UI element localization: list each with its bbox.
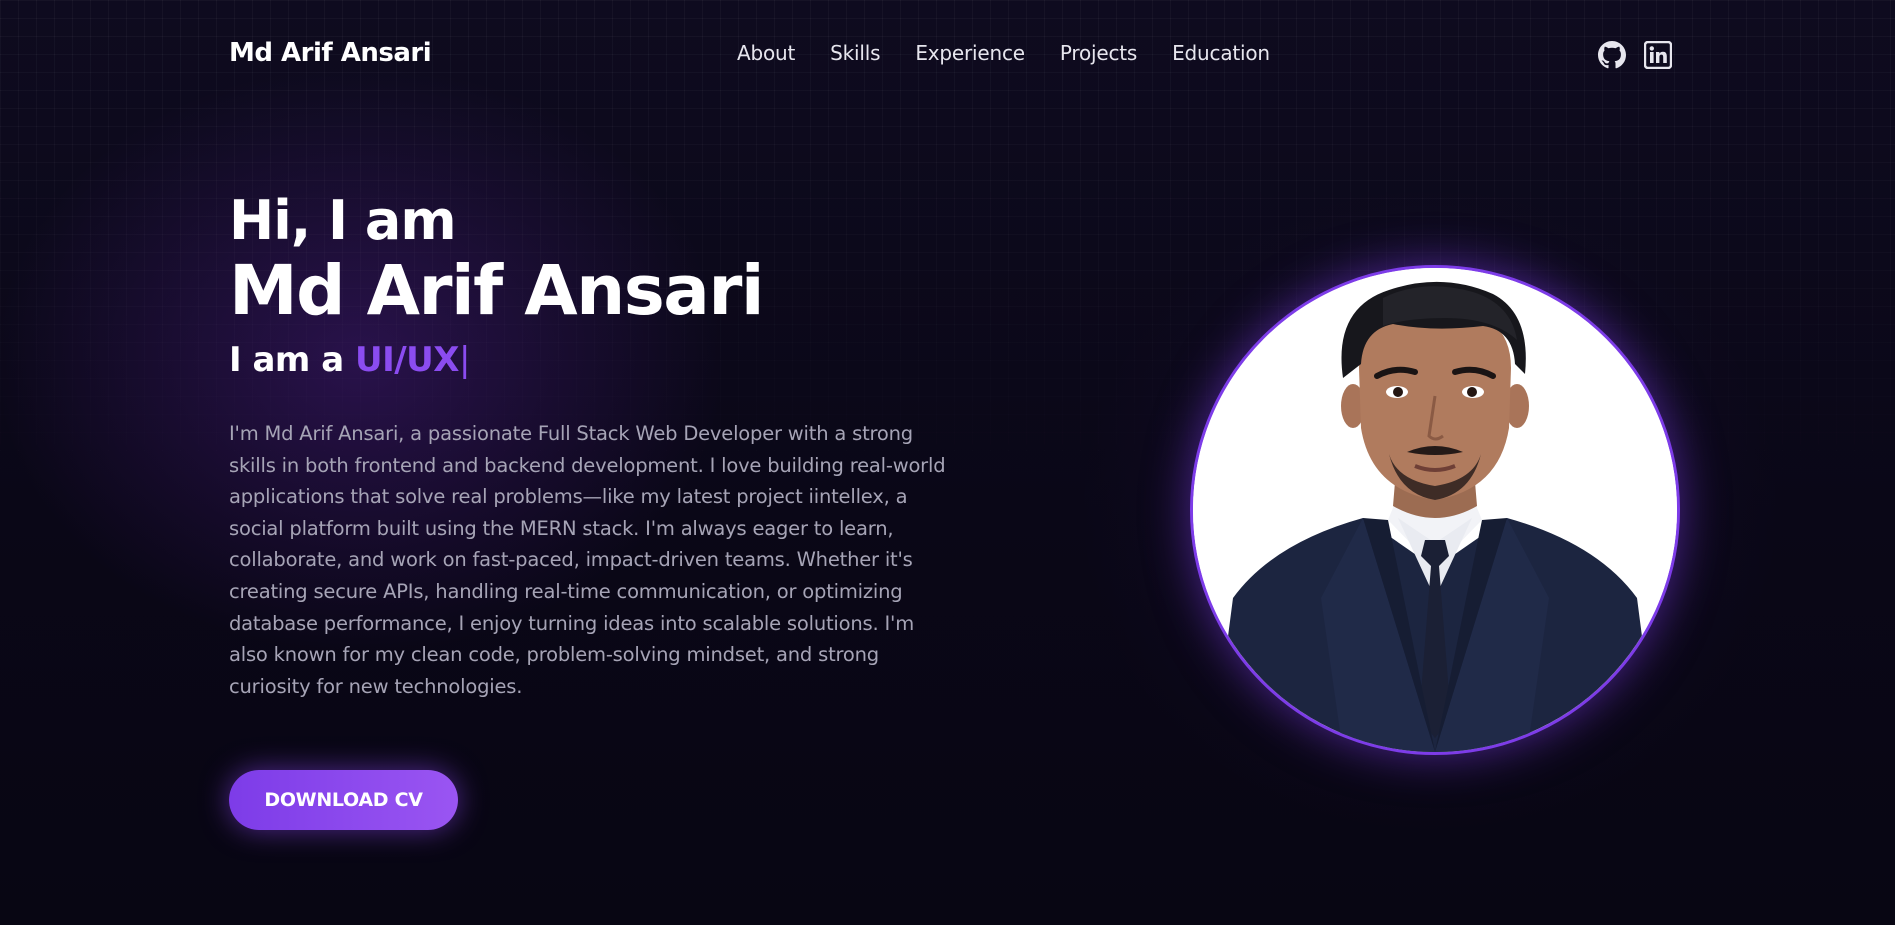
download-cv-button[interactable]: DOWNLOAD CV bbox=[229, 770, 458, 830]
portfolio-page: Md Arif Ansari About Skills Experience P… bbox=[0, 0, 1895, 925]
profile-portrait-illustration bbox=[1193, 268, 1677, 752]
role-prefix: I am a bbox=[229, 340, 355, 380]
github-icon[interactable] bbox=[1598, 41, 1626, 69]
hero-name: Md Arif Ansari bbox=[229, 251, 765, 331]
hero-role-line: I am a UI/UX| bbox=[229, 338, 969, 382]
nav-link-about[interactable]: About bbox=[737, 41, 795, 65]
hero-greeting: Hi, I am bbox=[229, 189, 457, 252]
nav-link-projects[interactable]: Projects bbox=[1060, 41, 1137, 65]
navbar: Md Arif Ansari About Skills Experience P… bbox=[0, 0, 1895, 110]
nav-link-education[interactable]: Education bbox=[1172, 41, 1270, 65]
profile-photo bbox=[1190, 265, 1680, 755]
linkedin-icon[interactable] bbox=[1643, 40, 1673, 70]
hero-section: Hi, I am Md Arif Ansari I am a UI/UX| bbox=[229, 190, 969, 382]
typing-cursor: | bbox=[458, 340, 470, 380]
hero-bio: I'm Md Arif Ansari, a passionate Full St… bbox=[229, 422, 946, 698]
brand-logo[interactable]: Md Arif Ansari bbox=[229, 38, 432, 68]
nav-links: About Skills Experience Projects Educati… bbox=[737, 41, 1305, 65]
nav-link-experience[interactable]: Experience bbox=[915, 41, 1025, 65]
nav-link-skills[interactable]: Skills bbox=[830, 41, 880, 65]
social-links bbox=[1598, 40, 1673, 70]
role-typed-text: UI/UX bbox=[354, 340, 460, 380]
